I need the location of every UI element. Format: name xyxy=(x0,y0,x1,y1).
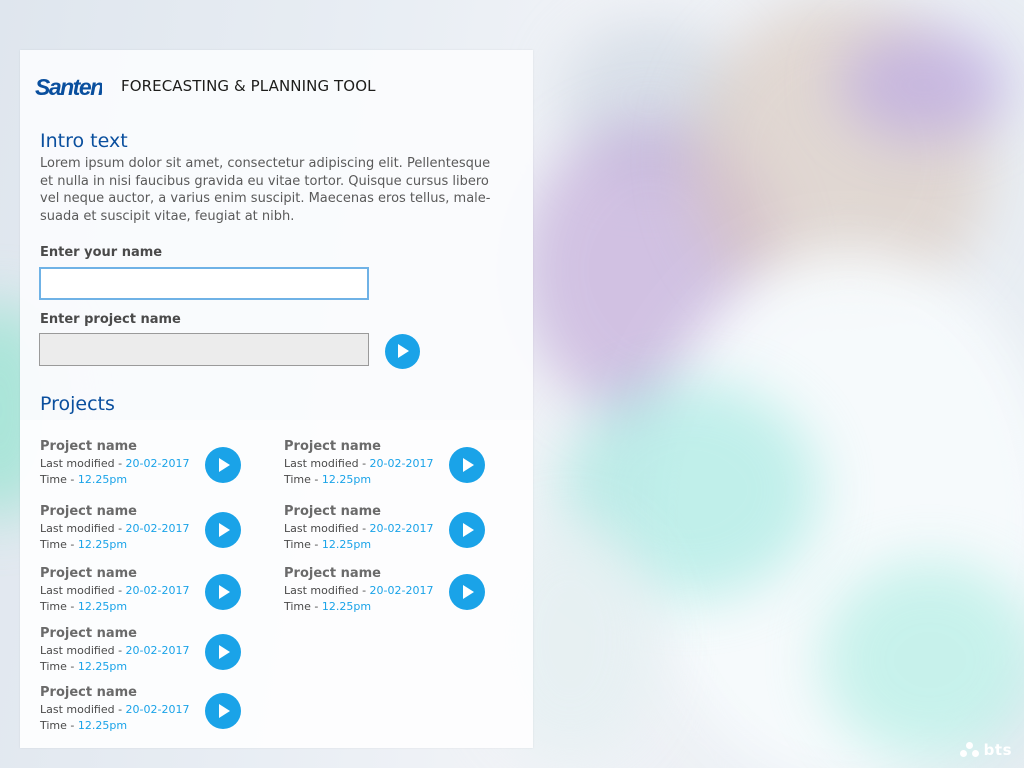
app-title: FORECASTING & PLANNING TOOL xyxy=(121,77,376,95)
project-time: Time - 12.25pm xyxy=(40,600,128,613)
play-icon xyxy=(219,585,230,599)
intro-title: Intro text xyxy=(40,130,128,152)
project-card: Project name Last modified - 20-02-2017 … xyxy=(284,504,504,556)
project-last-modified: Last modified - 20-02-2017 xyxy=(40,457,190,470)
project-card: Project name Last modified - 20-02-2017 … xyxy=(40,439,260,491)
open-project-button[interactable] xyxy=(205,574,241,610)
project-last-modified: Last modified - 20-02-2017 xyxy=(284,457,434,470)
project-time: Time - 12.25pm xyxy=(284,538,372,551)
name-input[interactable] xyxy=(39,267,369,300)
project-time: Time - 12.25pm xyxy=(40,473,128,486)
open-project-button[interactable] xyxy=(449,574,485,610)
project-card: Project name Last modified - 20-02-2017 … xyxy=(40,566,260,618)
project-name: Project name xyxy=(284,504,381,519)
project-name: Project name xyxy=(40,626,137,641)
project-name-input[interactable] xyxy=(39,333,369,366)
project-name: Project name xyxy=(40,685,137,700)
main-panel: Santen FORECASTING & PLANNING TOOL Intro… xyxy=(20,50,533,748)
project-time: Time - 12.25pm xyxy=(40,660,128,673)
play-icon xyxy=(219,645,230,659)
intro-body: Lorem ipsum dolor sit amet, consectetur … xyxy=(40,156,491,224)
projects-title: Projects xyxy=(40,393,115,415)
play-icon xyxy=(463,458,474,472)
play-icon xyxy=(219,704,230,718)
project-name: Project name xyxy=(40,504,137,519)
project-name: Project name xyxy=(40,566,137,581)
project-name: Project name xyxy=(40,439,137,454)
header: Santen FORECASTING & PLANNING TOOL xyxy=(20,50,533,124)
project-name: Project name xyxy=(284,439,381,454)
project-name-label: Enter project name xyxy=(40,312,181,327)
open-project-button[interactable] xyxy=(205,634,241,670)
project-name: Project name xyxy=(284,566,381,581)
open-project-button[interactable] xyxy=(205,447,241,483)
open-project-button[interactable] xyxy=(449,512,485,548)
svg-text:Santen: Santen xyxy=(35,74,102,100)
open-project-button[interactable] xyxy=(205,512,241,548)
open-project-button[interactable] xyxy=(449,447,485,483)
bts-logo: bts xyxy=(959,741,1012,759)
project-card: Project name Last modified - 20-02-2017 … xyxy=(40,626,260,678)
project-card: Project name Last modified - 20-02-2017 … xyxy=(40,685,260,737)
play-icon xyxy=(398,344,409,358)
play-icon xyxy=(463,585,474,599)
project-time: Time - 12.25pm xyxy=(40,719,128,732)
project-last-modified: Last modified - 20-02-2017 xyxy=(40,644,190,657)
project-time: Time - 12.25pm xyxy=(40,538,128,551)
bts-wordmark: bts xyxy=(983,741,1012,759)
bts-dots-icon xyxy=(959,742,980,758)
project-time: Time - 12.25pm xyxy=(284,473,372,486)
project-card: Project name Last modified - 20-02-2017 … xyxy=(284,439,504,491)
project-last-modified: Last modified - 20-02-2017 xyxy=(40,522,190,535)
play-icon xyxy=(219,458,230,472)
project-card: Project name Last modified - 20-02-2017 … xyxy=(40,504,260,556)
project-last-modified: Last modified - 20-02-2017 xyxy=(40,703,190,716)
open-project-button[interactable] xyxy=(205,693,241,729)
project-last-modified: Last modified - 20-02-2017 xyxy=(284,584,434,597)
project-time: Time - 12.25pm xyxy=(284,600,372,613)
project-last-modified: Last modified - 20-02-2017 xyxy=(284,522,434,535)
project-card: Project name Last modified - 20-02-2017 … xyxy=(284,566,504,618)
play-icon xyxy=(463,523,474,537)
santen-logo: Santen xyxy=(34,71,102,101)
project-last-modified: Last modified - 20-02-2017 xyxy=(40,584,190,597)
play-icon xyxy=(219,523,230,537)
create-project-button[interactable] xyxy=(385,334,420,369)
name-label: Enter your name xyxy=(40,245,163,260)
